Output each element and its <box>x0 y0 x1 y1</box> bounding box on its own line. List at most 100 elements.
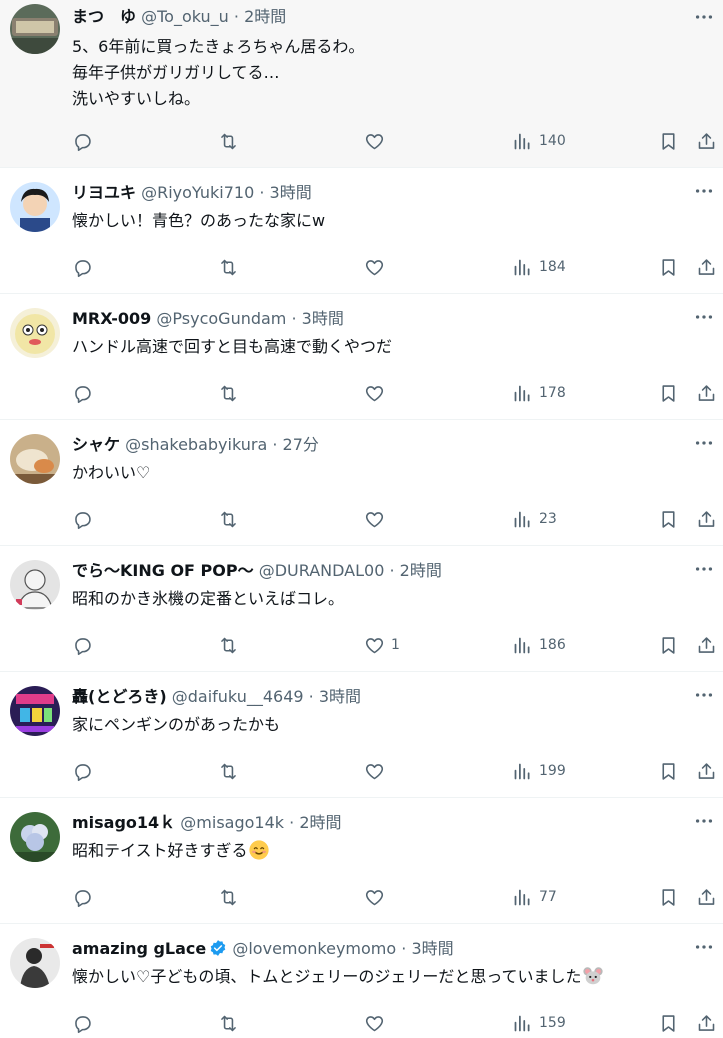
timestamp[interactable]: 2時間 <box>244 7 286 26</box>
more-icon[interactable] <box>693 6 715 28</box>
views-button[interactable]: 178 <box>512 381 566 405</box>
avatar[interactable] <box>10 308 60 358</box>
timestamp[interactable]: 3時間 <box>319 687 361 706</box>
more-icon[interactable] <box>693 558 715 580</box>
tweet[interactable]: リヨユキ @RiyoYuki710 · 3時間 懐かしい！青色？のあったな家にw… <box>0 168 723 294</box>
reply-button[interactable] <box>72 885 93 909</box>
more-icon[interactable] <box>693 810 715 832</box>
more-icon[interactable] <box>693 180 715 202</box>
tweet-header: リヨユキ @RiyoYuki710 · 3時間 <box>72 182 683 204</box>
bookmark-button[interactable] <box>658 885 679 909</box>
avatar[interactable] <box>10 560 60 610</box>
more-icon[interactable] <box>693 432 715 454</box>
display-name[interactable]: MRX-009 <box>72 309 151 328</box>
more-icon[interactable] <box>693 306 715 328</box>
reply-button[interactable] <box>72 381 93 405</box>
tweet[interactable]: misago14ｋ @misago14k · 2時間 昭和テイスト好きすぎる 7… <box>0 798 723 924</box>
retweet-button[interactable] <box>218 885 239 909</box>
display-name[interactable]: シャケ <box>72 435 120 454</box>
timestamp[interactable]: 2時間 <box>299 813 341 832</box>
like-button[interactable] <box>364 507 391 531</box>
user-handle[interactable]: @shakebabyikura <box>125 435 267 454</box>
bookmark-button[interactable] <box>658 129 679 153</box>
tweet[interactable]: でら〜KING OF POP〜 @DURANDAL00 · 2時間 昭和のかき氷… <box>0 546 723 672</box>
display-name[interactable]: まつ ゆ <box>72 7 136 26</box>
avatar[interactable] <box>10 812 60 862</box>
tweet[interactable]: MRX-009 @PsycoGundam · 3時間 ハンドル高速で回すと目も高… <box>0 294 723 420</box>
share-button[interactable] <box>696 381 717 405</box>
retweet-button[interactable] <box>218 129 239 153</box>
like-button[interactable] <box>364 885 391 909</box>
action-bar: 184 <box>72 255 717 279</box>
share-button[interactable] <box>696 1011 717 1035</box>
tweet[interactable]: amazing gLace @lovemonkeymomo · 3時間 懐かしい… <box>0 924 723 1038</box>
share-button[interactable] <box>696 633 717 657</box>
retweet-button[interactable] <box>218 759 239 783</box>
views-button[interactable]: 159 <box>512 1011 566 1035</box>
like-button[interactable] <box>364 129 391 153</box>
views-button[interactable]: 140 <box>512 129 566 153</box>
share-button[interactable] <box>696 255 717 279</box>
display-name[interactable]: リヨユキ <box>72 183 136 202</box>
bookmark-button[interactable] <box>658 381 679 405</box>
bookmark-button[interactable] <box>658 1011 679 1035</box>
tweet[interactable]: シャケ @shakebabyikura · 27分 かわいい♡ 23 <box>0 420 723 546</box>
retweet-icon <box>221 1015 236 1031</box>
bookmark-button[interactable] <box>658 507 679 531</box>
avatar[interactable] <box>10 4 60 54</box>
display-name[interactable]: 轟(とどろき) <box>72 687 167 706</box>
user-handle[interactable]: @DURANDAL00 <box>259 561 385 580</box>
avatar[interactable] <box>10 938 60 988</box>
display-name[interactable]: amazing gLace <box>72 939 206 958</box>
tweet-text-line: 毎年子供がガリガリしてる… <box>72 63 280 82</box>
bookmark-button[interactable] <box>658 255 679 279</box>
retweet-button[interactable] <box>218 255 239 279</box>
more-icon[interactable] <box>693 936 715 958</box>
views-button[interactable]: 77 <box>512 885 557 909</box>
avatar[interactable] <box>10 434 60 484</box>
user-handle[interactable]: @PsycoGundam <box>156 309 286 328</box>
views-button[interactable]: 184 <box>512 255 566 279</box>
user-handle[interactable]: @daifuku__4649 <box>172 687 304 706</box>
like-button[interactable] <box>364 255 391 279</box>
user-handle[interactable]: @RiyoYuki710 <box>141 183 254 202</box>
share-button[interactable] <box>696 507 717 531</box>
user-handle[interactable]: @lovemonkeymomo <box>232 939 396 958</box>
user-handle[interactable]: @misago14k <box>180 813 284 832</box>
retweet-button[interactable] <box>218 507 239 531</box>
avatar[interactable] <box>10 686 60 736</box>
more-icon[interactable] <box>693 684 715 706</box>
user-handle[interactable]: @To_oku_u <box>141 7 229 26</box>
retweet-button[interactable] <box>218 1011 239 1035</box>
bookmark-button[interactable] <box>658 759 679 783</box>
share-button[interactable] <box>696 759 717 783</box>
display-name[interactable]: でら〜KING OF POP〜 <box>72 561 254 580</box>
retweet-button[interactable] <box>218 381 239 405</box>
reply-button[interactable] <box>72 633 93 657</box>
timestamp[interactable]: 3時間 <box>411 939 453 958</box>
share-button[interactable] <box>696 129 717 153</box>
views-button[interactable]: 199 <box>512 759 566 783</box>
avatar[interactable] <box>10 182 60 232</box>
reply-button[interactable] <box>72 759 93 783</box>
timestamp[interactable]: 3時間 <box>270 183 312 202</box>
like-button[interactable] <box>364 759 391 783</box>
timestamp[interactable]: 27分 <box>283 435 319 454</box>
like-button[interactable]: 1 <box>364 633 400 657</box>
like-button[interactable] <box>364 1011 391 1035</box>
reply-button[interactable] <box>72 507 93 531</box>
bookmark-button[interactable] <box>658 633 679 657</box>
tweet[interactable]: まつ ゆ @To_oku_u · 2時間 5、6年前に買ったきょろちゃん居るわ。… <box>0 0 723 168</box>
reply-button[interactable] <box>72 1011 93 1035</box>
timestamp[interactable]: 3時間 <box>302 309 344 328</box>
views-button[interactable]: 23 <box>512 507 557 531</box>
like-button[interactable] <box>364 381 391 405</box>
display-name[interactable]: misago14ｋ <box>72 813 175 832</box>
retweet-button[interactable] <box>218 633 239 657</box>
reply-button[interactable] <box>72 129 93 153</box>
tweet[interactable]: 轟(とどろき) @daifuku__4649 · 3時間 家にペンギンのがあった… <box>0 672 723 798</box>
views-button[interactable]: 186 <box>512 633 566 657</box>
timestamp[interactable]: 2時間 <box>400 561 442 580</box>
reply-button[interactable] <box>72 255 93 279</box>
share-button[interactable] <box>696 885 717 909</box>
